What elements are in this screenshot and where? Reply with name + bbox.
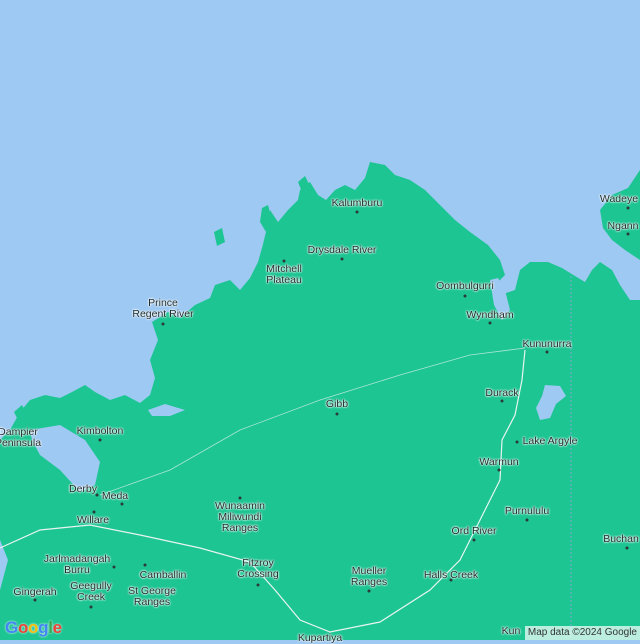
label-willare[interactable]: Willare [77, 515, 109, 526]
label-st-george-ranges[interactable]: St George Ranges [128, 586, 176, 608]
place-dot [98, 438, 102, 442]
place-dot [515, 440, 519, 444]
place-dot [335, 412, 339, 416]
label-nganmarriyanga[interactable]: Ngann [608, 221, 639, 232]
place-dot [355, 210, 359, 214]
label-buchanan[interactable]: Buchan [603, 534, 639, 545]
label-ord-river[interactable]: Ord River [452, 526, 497, 537]
label-dampier-peninsula[interactable]: Dampier Peninsula [0, 427, 41, 449]
label-kalumburu[interactable]: Kalumburu [332, 198, 383, 209]
place-dot [525, 518, 529, 522]
label-wunaamin-miliwundi-ranges[interactable]: Wunaamin Miliwundi Ranges [215, 501, 265, 534]
place-dot [463, 294, 467, 298]
label-mitchell-plateau[interactable]: Mitchell Plateau [266, 264, 302, 286]
label-kundat-djaru[interactable]: Kun [502, 626, 521, 637]
label-geegully-creek[interactable]: Geegully Creek [70, 581, 111, 603]
place-dot [545, 350, 549, 354]
map-canvas[interactable] [0, 0, 640, 640]
label-meda[interactable]: Meda [102, 491, 128, 502]
map-attribution[interactable]: Map data ©2024 Google [524, 626, 640, 640]
label-kimbolton[interactable]: Kimbolton [77, 426, 124, 437]
place-dot [497, 468, 501, 472]
place-dot [33, 598, 37, 602]
label-halls-creek[interactable]: Halls Creek [424, 570, 478, 581]
place-dot [472, 538, 476, 542]
label-kununurra[interactable]: Kununurra [522, 339, 571, 350]
place-dot [340, 257, 344, 261]
label-durack[interactable]: Durack [485, 388, 518, 399]
place-dot [488, 321, 492, 325]
place-dot [161, 322, 165, 326]
label-fitzroy-crossing[interactable]: Fitzroy Crossing [237, 558, 278, 580]
label-kupartiya[interactable]: Kupartiya [298, 633, 342, 644]
label-prince-regent-river[interactable]: Prince Regent River [132, 298, 193, 320]
google-logo-text: Google [5, 618, 62, 637]
label-wyndham[interactable]: Wyndham [466, 310, 513, 321]
label-oombulgurri[interactable]: Oombulgurri [436, 281, 494, 292]
place-dot [120, 502, 124, 506]
place-dot [89, 605, 93, 609]
label-purnululu[interactable]: Purnululu [505, 506, 549, 517]
place-dot [625, 546, 629, 550]
place-dot [256, 583, 260, 587]
label-gibb[interactable]: Gibb [326, 399, 348, 410]
label-drysdale-river[interactable]: Drysdale River [308, 245, 377, 256]
place-dot [143, 563, 147, 567]
label-mueller-ranges[interactable]: Mueller Ranges [351, 566, 387, 588]
place-dot [626, 232, 630, 236]
label-lake-argyle[interactable]: Lake Argyle [523, 436, 578, 447]
place-dot [500, 399, 504, 403]
label-derby[interactable]: Derby [69, 484, 97, 495]
google-logo[interactable]: Google [5, 618, 62, 638]
place-dot [112, 565, 116, 569]
label-gingerah[interactable]: Gingerah [13, 587, 56, 598]
label-camballin[interactable]: Camballin [140, 570, 187, 581]
label-warmun[interactable]: Warmun [479, 457, 518, 468]
place-dot [367, 589, 371, 593]
place-dot [626, 206, 630, 210]
label-wadeye[interactable]: Wadeye [600, 194, 638, 205]
label-jarlmadangah-burru[interactable]: Jarlmadangah Burru [44, 554, 111, 576]
